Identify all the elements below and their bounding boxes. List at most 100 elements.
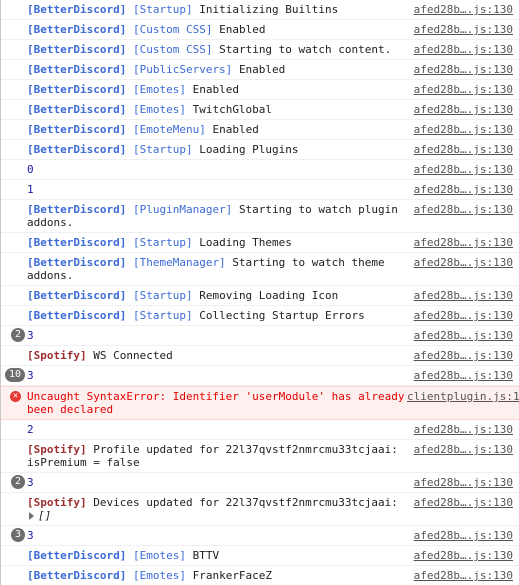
source-link[interactable]: afed28b….js:130 bbox=[407, 349, 519, 362]
console-message-row: [BetterDiscord] [PluginManager] Starting… bbox=[1, 200, 519, 233]
source-link[interactable]: clientplugin.js:1 bbox=[407, 390, 519, 403]
source-link[interactable]: afed28b….js:130 bbox=[407, 123, 519, 136]
message-body: Enabled bbox=[212, 123, 259, 136]
console-message-row: [Spotify] Devices updated for 22l37qvstf… bbox=[1, 493, 519, 526]
betterdiscord-prefix: [BetterDiscord] bbox=[27, 103, 127, 116]
console-message-text: [BetterDiscord] [Startup] Collecting Sta… bbox=[27, 309, 407, 322]
source-link[interactable]: afed28b….js:130 bbox=[407, 236, 519, 249]
betterdiscord-prefix: [BetterDiscord] bbox=[27, 309, 127, 322]
console-message-text: [BetterDiscord] [Startup] Initializing B… bbox=[27, 3, 407, 16]
source-link[interactable]: afed28b….js:130 bbox=[407, 23, 519, 36]
betterdiscord-prefix: [BetterDiscord] bbox=[27, 3, 127, 16]
message-body: Enabled bbox=[219, 23, 266, 36]
console-message-text: [BetterDiscord] [Startup] Removing Loadi… bbox=[27, 289, 407, 302]
number-value: 1 bbox=[27, 183, 34, 196]
number-value: 2 bbox=[27, 423, 34, 436]
source-link[interactable]: afed28b….js:130 bbox=[407, 163, 519, 176]
console-message-row: [Spotify] WS Connected afed28b….js:130 bbox=[1, 346, 519, 366]
console-message-text: [Spotify] WS Connected bbox=[27, 349, 407, 362]
repeat-count-badge: 10 bbox=[5, 368, 25, 382]
console-message-row: [BetterDiscord] [Emotes] FrankerFaceZ afe… bbox=[1, 566, 519, 585]
message-body: Devices updated for 22l37qvstf2nmrcmu33t… bbox=[93, 496, 398, 509]
message-gutter: 3 bbox=[1, 528, 27, 542]
console-message-row: [BetterDiscord] [Startup] Removing Loadi… bbox=[1, 286, 519, 306]
module-tag: [EmoteMenu] bbox=[132, 123, 206, 136]
array-preview[interactable]: [] bbox=[38, 509, 51, 522]
betterdiscord-prefix: [BetterDiscord] bbox=[27, 569, 127, 582]
message-gutter: 2 bbox=[1, 475, 27, 489]
console-message-text: [BetterDiscord] [ThemeManager] Starting … bbox=[27, 256, 407, 282]
source-link[interactable]: afed28b….js:130 bbox=[407, 309, 519, 322]
module-tag: [Emotes] bbox=[132, 549, 186, 562]
module-tag: [Startup] bbox=[132, 143, 193, 156]
console-message-text: [BetterDiscord] [Startup] Loading Plugin… bbox=[27, 143, 407, 156]
source-link[interactable]: afed28b….js:130 bbox=[407, 329, 519, 342]
betterdiscord-prefix: [BetterDiscord] bbox=[27, 43, 127, 56]
module-tag: [Startup] bbox=[132, 236, 193, 249]
betterdiscord-prefix: [BetterDiscord] bbox=[27, 236, 127, 249]
source-link[interactable]: afed28b….js:130 bbox=[407, 549, 519, 562]
number-value: 0 bbox=[27, 163, 34, 176]
source-link[interactable]: afed28b….js:130 bbox=[407, 83, 519, 96]
module-tag: [Startup] bbox=[132, 3, 193, 16]
source-link[interactable]: afed28b….js:130 bbox=[407, 423, 519, 436]
betterdiscord-prefix: [BetterDiscord] bbox=[27, 63, 127, 76]
source-link[interactable]: afed28b….js:130 bbox=[407, 476, 519, 489]
source-link[interactable]: afed28b….js:130 bbox=[407, 496, 519, 509]
console-message-row: ✕ Uncaught SyntaxError: Identifier 'userM… bbox=[1, 386, 519, 420]
console-message-row: [Spotify] Profile updated for 22l37qvstf… bbox=[1, 440, 519, 473]
source-link[interactable]: afed28b….js:130 bbox=[407, 43, 519, 56]
source-link[interactable]: afed28b….js:130 bbox=[407, 203, 519, 216]
source-link[interactable]: afed28b….js:130 bbox=[407, 289, 519, 302]
console-message-row: [BetterDiscord] [Emotes] BTTV afed28b….js… bbox=[1, 546, 519, 566]
console-message-text: [BetterDiscord] [Custom CSS] Starting to… bbox=[27, 43, 407, 56]
message-body: Loading Themes bbox=[199, 236, 292, 249]
source-link[interactable]: afed28b….js:130 bbox=[407, 3, 519, 16]
source-link[interactable]: afed28b….js:130 bbox=[407, 143, 519, 156]
source-link[interactable]: afed28b….js:130 bbox=[407, 369, 519, 382]
source-link[interactable]: afed28b….js:130 bbox=[407, 183, 519, 196]
console-message-text: 3 bbox=[27, 369, 407, 382]
spotify-prefix: [Spotify] bbox=[27, 443, 87, 456]
console-message-text: [BetterDiscord] [Startup] Loading Themes bbox=[27, 236, 407, 249]
error-icon: ✕ bbox=[10, 391, 21, 402]
module-tag: [Emotes] bbox=[132, 103, 186, 116]
number-value: 3 bbox=[27, 529, 34, 542]
error-text: Uncaught SyntaxError: Identifier 'userMo… bbox=[27, 390, 412, 416]
message-body: Collecting Startup Errors bbox=[199, 309, 365, 322]
message-body: FrankerFaceZ bbox=[192, 569, 273, 582]
console-message-text: 1 bbox=[27, 183, 407, 196]
console-message-text: [BetterDiscord] [Emotes] BTTV bbox=[27, 549, 407, 562]
module-tag: [Custom CSS] bbox=[132, 23, 213, 36]
betterdiscord-prefix: [BetterDiscord] bbox=[27, 289, 127, 302]
repeat-count-badge: 3 bbox=[11, 528, 25, 542]
devtools-console: [BetterDiscord] [Startup] Initializing B… bbox=[0, 0, 519, 585]
console-message-row: [BetterDiscord] [Emotes] Enabled afed28b…… bbox=[1, 80, 519, 100]
message-body: BTTV bbox=[192, 549, 220, 562]
console-message-row: 2 afed28b….js:130 bbox=[1, 420, 519, 440]
repeat-count-badge: 2 bbox=[11, 328, 25, 342]
source-link[interactable]: afed28b….js:130 bbox=[407, 529, 519, 542]
console-message-text: 0 bbox=[27, 163, 407, 176]
console-message-row: [BetterDiscord] [Custom CSS] Enabled afed… bbox=[1, 20, 519, 40]
source-link[interactable]: afed28b….js:130 bbox=[407, 443, 519, 456]
console-message-text: [BetterDiscord] [EmoteMenu] Enabled bbox=[27, 123, 407, 136]
source-link[interactable]: afed28b….js:130 bbox=[407, 569, 519, 582]
message-gutter: ✕ bbox=[1, 390, 27, 402]
module-tag: [Emotes] bbox=[132, 83, 186, 96]
source-link[interactable]: afed28b….js:130 bbox=[407, 103, 519, 116]
betterdiscord-prefix: [BetterDiscord] bbox=[27, 549, 127, 562]
source-link[interactable]: afed28b….js:130 bbox=[407, 63, 519, 76]
message-gutter: 2 bbox=[1, 328, 27, 342]
message-body: Enabled bbox=[192, 83, 239, 96]
console-message-row: [BetterDiscord] [Startup] Initializing B… bbox=[1, 0, 519, 20]
message-body: Starting to watch content. bbox=[219, 43, 392, 56]
console-message-row: 10 3 afed28b….js:130 bbox=[1, 366, 519, 386]
source-link[interactable]: afed28b….js:130 bbox=[407, 256, 519, 269]
console-message-row: [BetterDiscord] [Startup] Loading Plugin… bbox=[1, 140, 519, 160]
expand-triangle-icon[interactable] bbox=[29, 512, 34, 520]
console-message-text: 3 bbox=[27, 529, 407, 542]
console-message-row: 3 3 afed28b….js:130 bbox=[1, 526, 519, 546]
console-message-text: [BetterDiscord] [PublicServers] Enabled bbox=[27, 63, 407, 76]
console-message-row: [BetterDiscord] [PublicServers] Enabled a… bbox=[1, 60, 519, 80]
